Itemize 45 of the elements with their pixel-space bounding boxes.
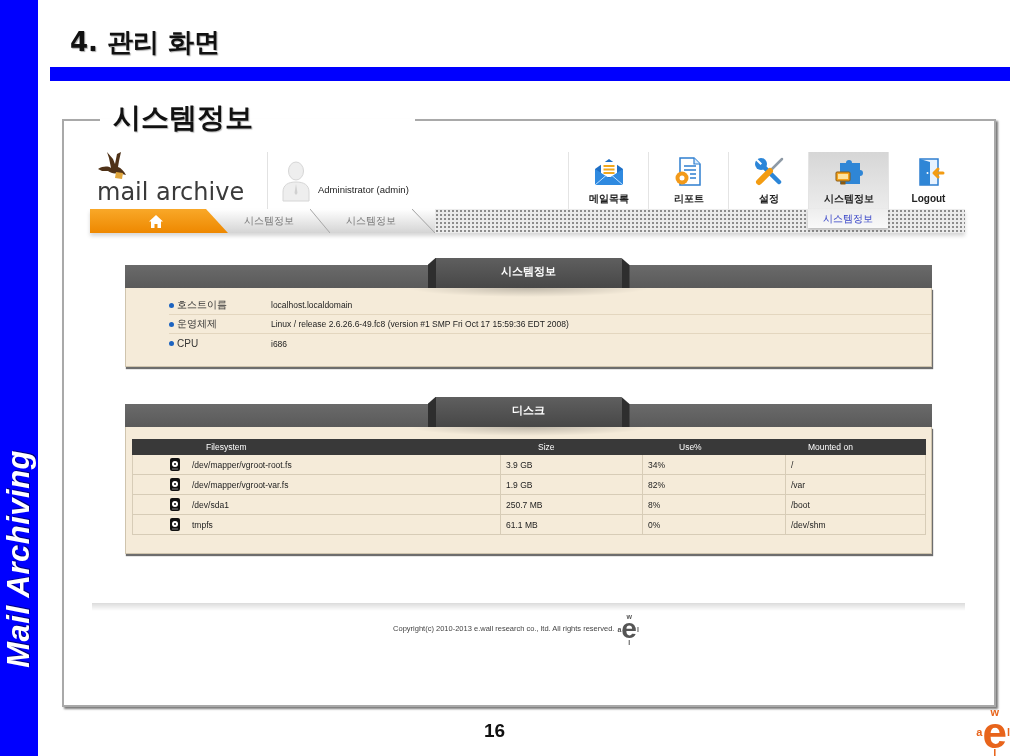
info-label: CPU [177,337,199,350]
column-header: Use% [643,439,786,455]
table-cell: 1.9 GB [501,475,643,495]
info-value: localhost.localdomain [271,299,353,311]
side-label: Mail Archiving [3,450,35,668]
nav-menu-item[interactable]: 리포트 [648,152,728,209]
home-tab[interactable] [90,209,228,233]
filesystem-name: /dev/mapper/vgroot-var.fs [192,478,289,491]
table-cell: /dev/shm [786,515,926,535]
submenu-item[interactable]: 시스템정보 [808,209,888,228]
table-cell: 82% [643,475,786,495]
table-cell: / [786,455,926,475]
bullet-icon [169,321,174,327]
info-label: 호스트이름 [177,299,227,311]
table-cell: 0% [643,515,786,535]
filesystem-name: /dev/mapper/vgroot-root.fs [192,458,292,471]
info-value: i686 [271,337,288,350]
section-title: 시스템정보 [113,101,253,134]
panel-title: 디스크 [427,397,630,427]
info-label: 운영체제 [177,318,217,330]
table-cell: /boot [786,495,926,515]
column-header: Mounted on [786,439,926,455]
column-header: Filesystem [132,439,501,455]
table-cell: 61.1 MB [501,515,643,535]
tools-icon [752,156,785,188]
bullet-icon [169,341,174,346]
nav-menu-item[interactable]: 시스템정보 [808,152,888,209]
table-cell: 3.9 GB [501,455,643,475]
filesystem-name: tmpfs [192,518,213,531]
table-cell: /var [786,475,926,495]
table-cell: 250.7 MB [501,495,643,515]
column-header: Size [501,439,643,455]
filesystem-name: /dev/sda1 [192,498,229,511]
info-value: Linux / release 2.6.26.6-49.fc8 (version #1 SMP Fri Oct 17 15:59:36 EDT 2008) [271,318,569,330]
user-silhouette-icon [282,160,310,202]
brand-name: mail archive [97,180,245,204]
table-cell: 34% [643,455,786,475]
page-number: 16 [484,720,506,742]
envelope-icon [592,156,625,188]
bullet-icon [169,302,174,308]
user-name: Administrator (admin) [318,184,409,196]
panel-title: 시스템정보 [427,258,630,288]
table-cell: 8% [643,495,786,515]
slide-title: 4. 관리 화면 [70,27,221,57]
home-icon [149,214,163,228]
